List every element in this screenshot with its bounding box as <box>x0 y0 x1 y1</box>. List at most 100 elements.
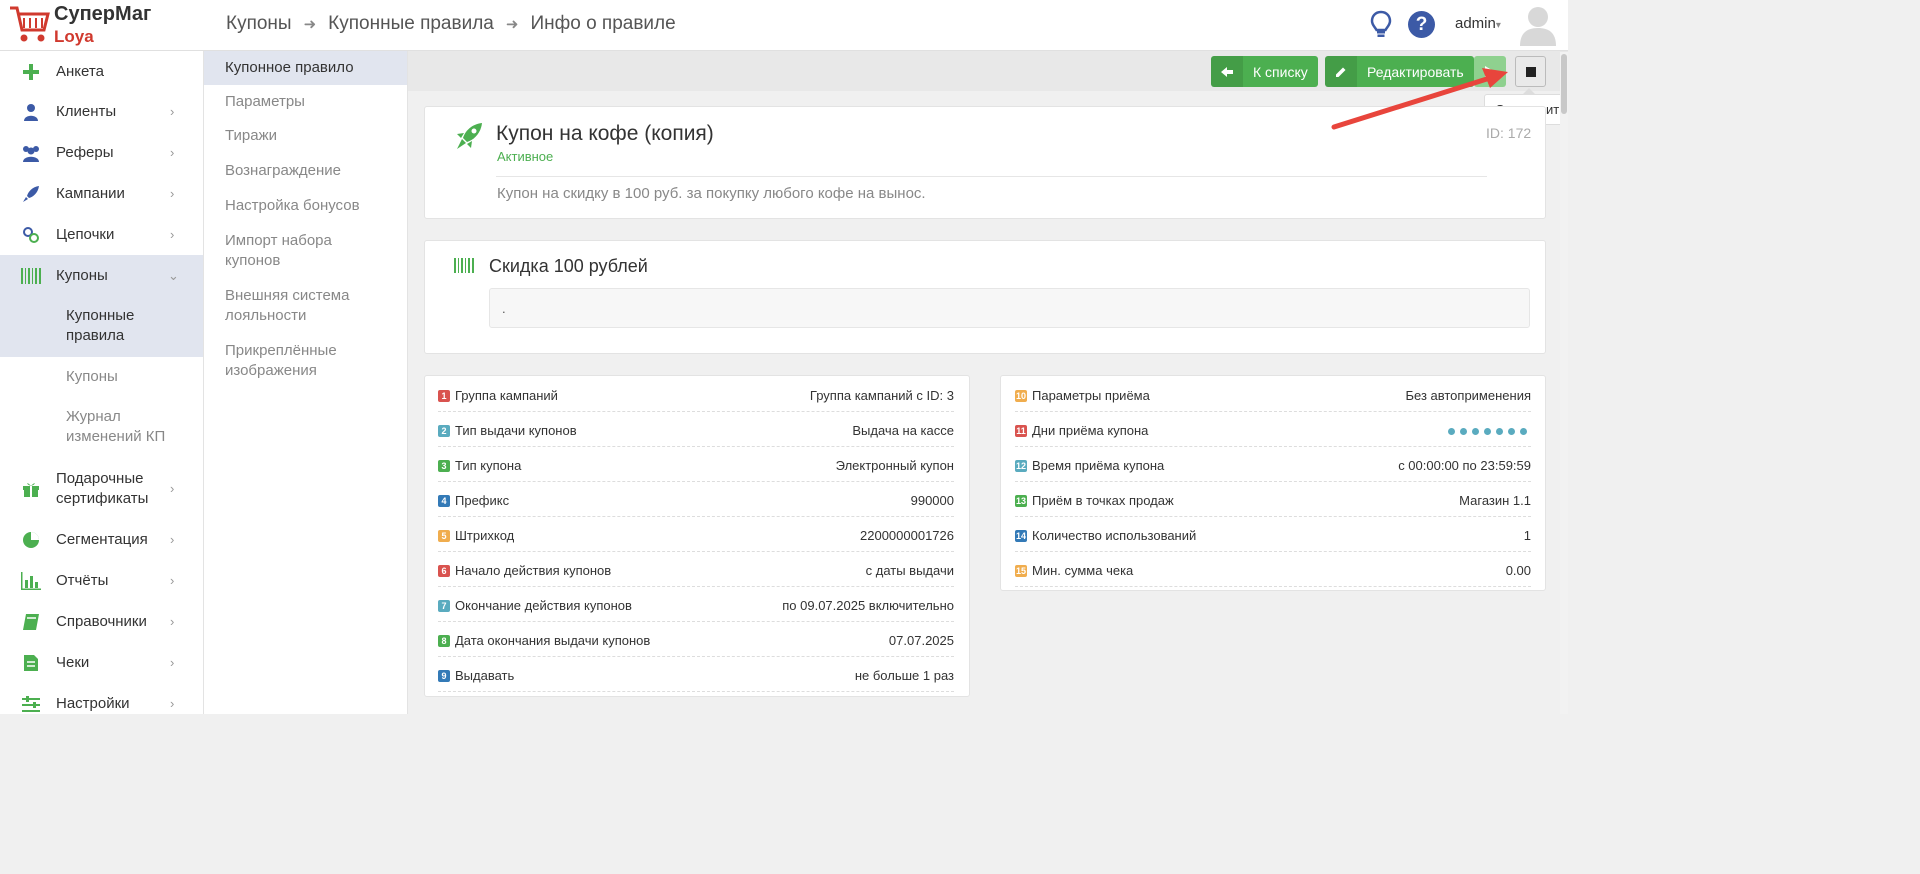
sidebar-item-label: Чеки <box>56 653 90 671</box>
sidebar-item-receipts[interactable]: Чеки › <box>0 642 203 683</box>
subnav-label: Вознаграждение <box>225 162 341 179</box>
subnav-label: Тиражи <box>225 127 277 144</box>
bar-chart-icon <box>20 570 42 592</box>
plus-icon <box>20 61 42 83</box>
sidebar-item-label: Настройки <box>56 694 130 712</box>
subnav-external-loyalty[interactable]: Внешняя система лояльности <box>204 286 407 326</box>
cart-icon <box>10 6 50 42</box>
param-number-badge: 11 <box>1015 425 1027 437</box>
param-key: Параметры приёма <box>1032 388 1150 403</box>
day-dot <box>1460 428 1467 435</box>
param-number-badge: 7 <box>438 600 450 612</box>
param-number-badge: 14 <box>1015 530 1027 542</box>
param-row: 4 Префикс 990000 <box>438 482 954 517</box>
sidebar-item-coupons[interactable]: Купоны ⌄ <box>0 255 203 296</box>
help-icon[interactable]: ? <box>1408 11 1435 38</box>
sidebar-item-reports[interactable]: Отчёты › <box>0 560 203 601</box>
caret-down-icon: ▾ <box>1495 20 1501 31</box>
chevron-right-icon: › <box>170 227 175 242</box>
scrollbar-thumb[interactable] <box>1561 54 1567 114</box>
sidebar-item-label: Кампании <box>56 184 125 202</box>
day-dot <box>1472 428 1479 435</box>
book-icon <box>20 611 42 633</box>
scrollbar[interactable] <box>1560 52 1568 714</box>
sidebar-subitem-coupon-rules[interactable]: Купонные правила <box>0 296 203 357</box>
sidebar-item-settings[interactable]: Настройки › <box>0 683 203 724</box>
chevron-down-icon: ⌄ <box>168 267 179 283</box>
param-number-badge: 10 <box>1015 390 1027 402</box>
sidebar-item-label: Справочники <box>56 612 147 630</box>
sidebar-subitem-label: Журнал изменений КП <box>66 408 166 445</box>
param-value: с даты выдачи <box>865 563 954 578</box>
lightbulb-icon[interactable] <box>1370 10 1392 38</box>
subnav-parameters[interactable]: Параметры <box>204 92 407 112</box>
param-key: Тип купона <box>455 458 522 473</box>
sidebar-item-label: Купоны <box>56 266 108 284</box>
back-to-list-button[interactable]: К списку <box>1211 56 1318 87</box>
param-value: Электронный купон <box>835 458 954 473</box>
param-key: Штрихкод <box>455 528 515 543</box>
chevron-right-icon: › <box>170 186 175 201</box>
avatar[interactable] <box>1518 4 1558 46</box>
param-value: 1 <box>1523 528 1531 543</box>
subnav-reward[interactable]: Вознаграждение <box>204 161 407 181</box>
logo-title: СуперМаг <box>54 3 152 25</box>
breadcrumb-coupons[interactable]: Купоны <box>226 13 292 35</box>
logo[interactable]: СуперМаг Loya <box>0 0 204 51</box>
receipt-icon <box>20 652 42 674</box>
param-row: 13 Приём в точках продаж Магазин 1.1 <box>1015 482 1531 517</box>
param-key: Приём в точках продаж <box>1032 493 1174 508</box>
subnav-coupon-rule[interactable]: Купонное правило <box>204 51 407 85</box>
arrow-right-icon: ➜ <box>505 16 519 33</box>
day-dot <box>1484 428 1491 435</box>
sidebar-subitem-coupons[interactable]: Купоны <box>0 357 203 397</box>
sidebar-item-label: Реферы <box>56 143 114 161</box>
sidebar-item-questionnaire[interactable]: Анкета <box>0 51 203 92</box>
param-number-badge: 8 <box>438 635 450 647</box>
day-dot <box>1508 428 1515 435</box>
param-number-badge: 5 <box>438 530 450 542</box>
param-row: 5 Штрихкод 2200000001726 <box>438 517 954 552</box>
subnav-attached-images[interactable]: Прикреплённые изображения <box>204 341 407 381</box>
param-key: Префикс <box>455 493 510 508</box>
param-number-badge: 13 <box>1015 495 1027 507</box>
param-row: 1 Группа кампаний Группа кампаний с ID: 3 <box>438 377 954 412</box>
subnav-label: Внешняя система лояльности <box>225 287 350 324</box>
subnav-label: Купонное правило <box>225 59 354 76</box>
param-value: Без автоприменения <box>1405 388 1531 403</box>
subnav-bonus-settings[interactable]: Настройка бонусов <box>204 196 407 216</box>
subnav-runs[interactable]: Тиражи <box>204 126 407 146</box>
user-menu[interactable]: admin▾ <box>1455 15 1501 32</box>
logo-subtitle: Loya <box>54 27 94 46</box>
param-value: 0.00 <box>1505 563 1531 578</box>
param-key: Время приёма купона <box>1032 458 1165 473</box>
param-row: 12 Время приёма купона с 00:00:00 по 23:59… <box>1015 447 1531 482</box>
param-row: 2 Тип выдачи купонов Выдача на кассе <box>438 412 954 447</box>
subnav-label: Прикреплённые изображения <box>225 342 337 379</box>
barcode-icon <box>454 258 474 273</box>
param-row: 6 Начало действия купонов с даты выдачи <box>438 552 954 587</box>
divider <box>496 176 1487 177</box>
sidebar-item-gift-certificates[interactable]: Подарочные сертификаты › <box>0 458 203 519</box>
sidebar-item-referrers[interactable]: Реферы › <box>0 132 203 173</box>
param-row: 7 Окончание действия купонов по 09.07.2025… <box>438 587 954 622</box>
param-row: 14 Количество использований 1 <box>1015 517 1531 552</box>
param-value: 07.07.2025 <box>888 633 954 648</box>
rule-subnav: Купонное правило Параметры Тиражи Вознаг… <box>204 51 408 714</box>
param-key: Дни приёма купона <box>1032 423 1149 438</box>
chevron-right-icon: › <box>170 573 175 588</box>
sidebar-item-directories[interactable]: Справочники › <box>0 601 203 642</box>
chevron-right-icon: › <box>170 655 175 670</box>
breadcrumb-coupon-rules[interactable]: Купонные правила <box>328 13 494 35</box>
sidebar-subitem-changelog[interactable]: Журнал изменений КП <box>0 397 203 458</box>
sidebar-item-chains[interactable]: Цепочки › <box>0 214 203 255</box>
users-icon <box>20 142 42 164</box>
param-number-badge: 3 <box>438 460 450 472</box>
subnav-import-coupons[interactable]: Импорт набора купонов <box>204 231 407 271</box>
sidebar-item-clients[interactable]: Клиенты › <box>0 91 203 132</box>
sidebar-item-campaigns[interactable]: Кампании › <box>0 173 203 214</box>
sidebar-item-label: Сегментация <box>56 530 148 548</box>
sidebar-item-segmentation[interactable]: Сегментация › <box>0 519 203 560</box>
param-value: 2200000001726 <box>860 528 954 543</box>
param-key: Начало действия купонов <box>455 563 612 578</box>
